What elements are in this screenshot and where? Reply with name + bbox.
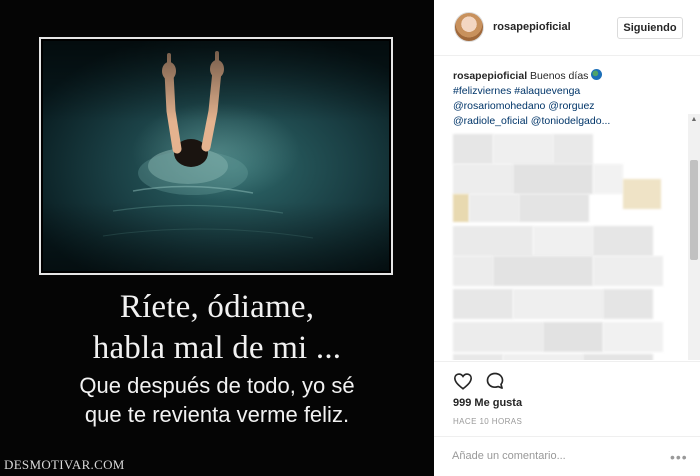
caption-line-2: habla mal de mi ... [92,330,342,366]
post-side-panel: rosapepioficial Siguiendo rosapepioficia… [434,0,700,476]
post-timestamp: HACE 10 HORAS [453,417,523,426]
ellipsis-icon[interactable]: ••• [670,449,688,465]
caption-line-3: Que después de todo, yo sé [79,373,355,398]
drowning-figure-illustration [102,51,314,239]
avatar[interactable] [454,12,484,42]
post-photo [43,41,389,271]
comments-area: rosapepioficial Buenos días #felizvierne… [434,57,700,360]
comments-scrollbar[interactable]: ▲ ▼ [688,114,700,360]
photo-frame [39,37,393,275]
heart-icon[interactable] [453,372,473,390]
caption-line-4: que te revienta verme feliz. [84,402,350,427]
post-actions: 999 Me gusta HACE 10 HORAS [434,361,700,436]
scroll-thumb[interactable] [690,160,698,260]
post-media: Ríete, ódiame, habla mal de mi ... Que d… [0,0,434,476]
blurred-comments [453,134,671,360]
following-button[interactable]: Siguiendo [617,17,683,39]
add-comment-bar: ••• [434,436,700,476]
caption-line-1: Ríete, ódiame, [119,289,315,325]
caption-comment: rosapepioficial Buenos días #felizvierne… [453,69,685,129]
comment-author[interactable]: rosapepioficial [453,70,527,82]
comment-hashtags[interactable]: #felizviernes #alaquevenga [453,85,580,97]
comment-input[interactable] [452,447,652,465]
post-header: rosapepioficial Siguiendo [434,0,700,56]
globe-emoji-icon [591,69,603,80]
watermark: DESMOTIVAR.COM [4,457,125,472]
comment-mentions-2[interactable]: @radiole_oficial @toniodelgado... [453,115,610,127]
likes-count[interactable]: 999 Me gusta [453,397,522,409]
comment-text: Buenos días [530,70,589,82]
header-username[interactable]: rosapepioficial [493,21,571,33]
scroll-up-arrow-icon[interactable]: ▲ [688,114,700,126]
comment-icon[interactable] [485,371,505,391]
comment-mentions-1[interactable]: @rosariomohedano @rorguez [453,100,595,112]
